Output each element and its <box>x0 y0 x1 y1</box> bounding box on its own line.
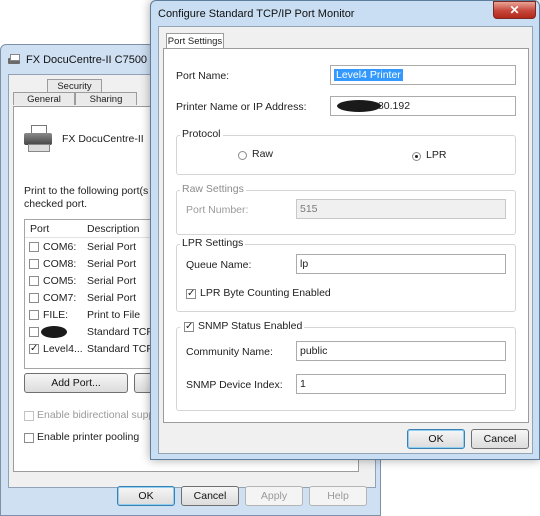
snmp-group <box>176 327 516 411</box>
port-description-cell: Standard TCP <box>87 326 152 338</box>
port-row[interactable]: COM5: Serial Port <box>25 273 151 290</box>
port-checkbox[interactable]: ✓ <box>29 344 39 354</box>
monitor-cancel-button[interactable]: Cancel <box>471 429 529 449</box>
port-name-label: Port Name: <box>176 70 230 82</box>
port-name-cell: COM6: <box>43 241 77 253</box>
port-description-cell: Serial Port <box>87 292 137 304</box>
port-description-cell: Print to File <box>87 309 141 321</box>
tab-general[interactable]: General <box>13 92 75 105</box>
port-row[interactable]: Standard TCP <box>25 324 151 341</box>
port-number-field[interactable]: 515 <box>296 199 506 219</box>
tab-security[interactable]: Security <box>47 79 102 92</box>
port-description-cell: Serial Port <box>87 241 137 253</box>
port-checkbox[interactable] <box>29 327 39 337</box>
printer-properties-title: FX DocuCentre-II C7500 PS <box>26 54 165 66</box>
protocol-group <box>176 135 516 175</box>
print-to-text-line1: Print to the following port(s <box>24 185 149 197</box>
lpr-radio[interactable] <box>412 152 421 161</box>
port-number-label: Port Number: <box>186 204 249 216</box>
close-icon: ✕ <box>509 3 520 17</box>
port-row[interactable]: ✓ Level4... Standard TCP <box>25 341 151 358</box>
printer-icon <box>7 54 21 66</box>
properties-ok-button[interactable]: OK <box>117 486 175 506</box>
monitor-ok-button[interactable]: OK <box>407 429 465 449</box>
port-checkbox[interactable] <box>29 259 39 269</box>
add-port-button[interactable]: Add Port... <box>24 373 128 393</box>
port-column-header[interactable]: Port <box>30 223 49 235</box>
printer-large-icon <box>24 125 54 152</box>
ip-address-label: Printer Name or IP Address: <box>176 101 307 113</box>
raw-radio[interactable] <box>238 151 247 160</box>
port-row[interactable]: FILE: Print to File <box>25 307 151 324</box>
printer-properties-titlebar: FX DocuCentre-II C7500 PS <box>7 52 165 68</box>
queue-name-field[interactable]: lp <box>296 254 506 274</box>
tcpip-window-title: Configure Standard TCP/IP Port Monitor <box>158 8 355 20</box>
lpr-radio-label: LPR <box>426 149 447 161</box>
printer-pooling-label: Enable printer pooling <box>37 431 140 443</box>
tcpip-port-monitor-window: Configure Standard TCP/IP Port Monitor ✕… <box>150 0 540 460</box>
snmp-device-index-field[interactable]: 1 <box>296 374 506 394</box>
tab-port-settings[interactable]: Port Settings <box>166 33 224 49</box>
port-list-header: Port Description <box>25 220 151 238</box>
tab-sharing[interactable]: Sharing <box>75 92 137 105</box>
port-name-value: Level4 Printer <box>334 69 403 81</box>
ip-address-value: .80.192 <box>375 100 411 112</box>
tcpip-client-area: Port Settings Port Name: Level4 Printer … <box>158 26 533 454</box>
raw-settings-label: Raw Settings <box>180 183 246 195</box>
byte-counting-checkbox[interactable]: ✓ <box>186 289 196 299</box>
raw-radio-label: Raw <box>252 148 274 160</box>
port-name-cell: Level4... <box>43 343 83 355</box>
properties-cancel-button[interactable]: Cancel <box>181 486 239 506</box>
description-column-header[interactable]: Description <box>87 223 140 235</box>
lpr-settings-label: LPR Settings <box>180 237 246 249</box>
port-settings-panel: Port Name: Level4 Printer Printer Name o… <box>163 48 529 423</box>
snmp-enabled-checkbox[interactable]: ✓ <box>184 322 194 332</box>
snmp-device-index-label: SNMP Device Index: <box>186 379 283 391</box>
community-name-field[interactable]: public <box>296 341 506 361</box>
port-description-cell: Standard TCP <box>87 343 152 355</box>
port-name-cell: COM5: <box>43 275 77 287</box>
printer-name-label: FX DocuCentre-II <box>62 133 144 145</box>
port-row[interactable]: COM7: Serial Port <box>25 290 151 307</box>
port-row[interactable]: COM8: Serial Port <box>25 256 151 273</box>
properties-help-button[interactable]: Help <box>309 486 367 506</box>
printer-pooling-checkbox[interactable] <box>24 433 34 443</box>
bidirectional-label: Enable bidirectional supp <box>37 409 155 421</box>
close-button[interactable]: ✕ <box>493 1 536 19</box>
port-name-cell: COM8: <box>43 258 77 270</box>
print-to-text-line2: checked port. <box>24 198 88 210</box>
port-description-cell: Serial Port <box>87 258 137 270</box>
redacted-mark <box>41 326 67 338</box>
port-description-cell: Serial Port <box>87 275 137 287</box>
ip-address-field[interactable]: .80.192 <box>330 96 516 116</box>
queue-name-label: Queue Name: <box>186 259 252 271</box>
port-name-cell: COM7: <box>43 292 77 304</box>
community-name-label: Community Name: <box>186 346 273 358</box>
port-list[interactable]: Port Description COM6: Serial Port COM8: Se… <box>24 219 152 369</box>
port-name-cell: FILE: <box>43 309 69 321</box>
snmp-enabled-label: SNMP Status Enabled <box>180 320 305 332</box>
properties-apply-button[interactable]: Apply <box>245 486 303 506</box>
port-checkbox[interactable] <box>29 276 39 286</box>
port-row[interactable]: COM6: Serial Port <box>25 239 151 256</box>
byte-counting-label: LPR Byte Counting Enabled <box>200 287 331 299</box>
bidirectional-checkbox[interactable] <box>24 411 34 421</box>
port-checkbox[interactable] <box>29 242 39 252</box>
port-checkbox[interactable] <box>29 293 39 303</box>
port-checkbox[interactable] <box>29 310 39 320</box>
protocol-group-label: Protocol <box>180 128 223 140</box>
port-name-field[interactable]: Level4 Printer <box>330 65 516 85</box>
